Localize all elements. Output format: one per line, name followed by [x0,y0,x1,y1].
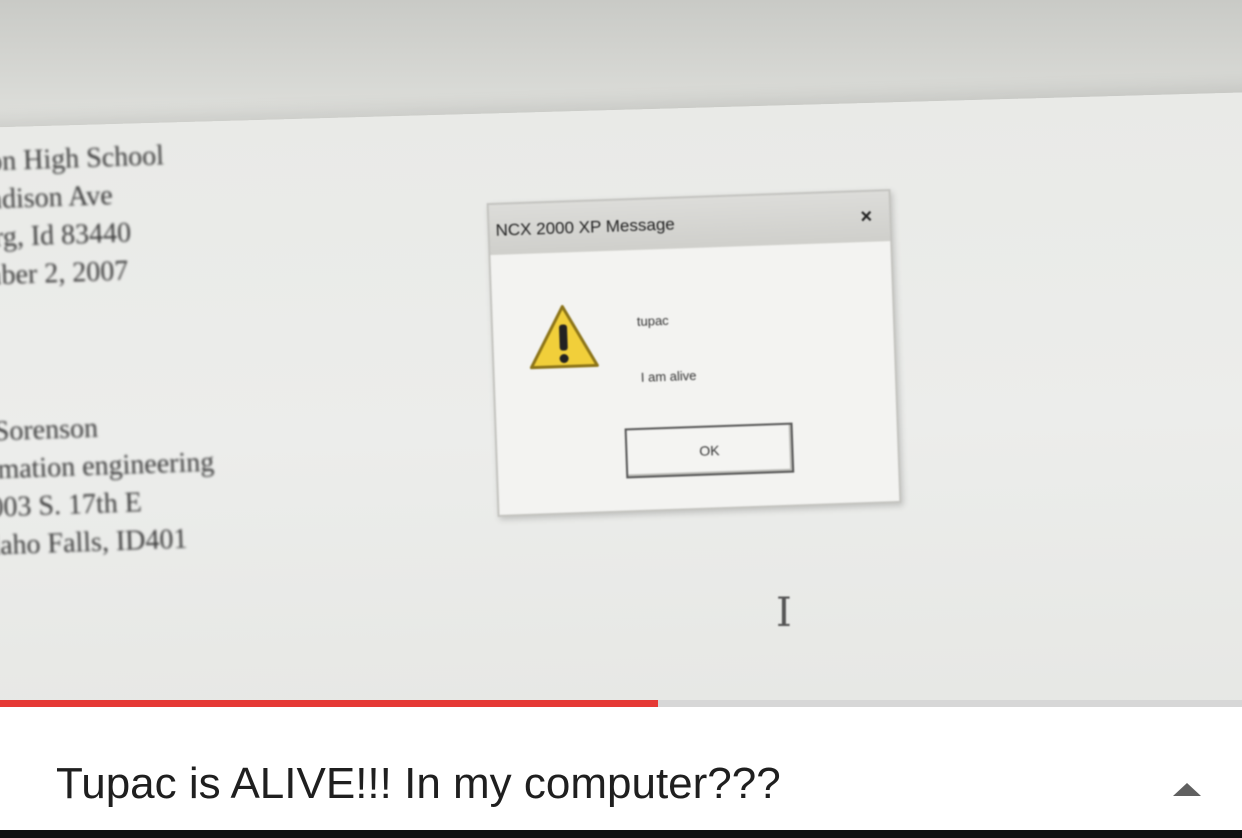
video-player[interactable]: hson High School Madison Ave burg, Id 83… [0,0,1242,700]
dialog-message-line: tupac [636,312,669,329]
dialog-titlebar: NCX 2000 XP Message × [488,191,891,256]
video-progress-bar[interactable] [0,700,1242,707]
dialog-message-line: I am alive [640,367,697,385]
video-title: Tupac is ALIVE!!! In my computer??? [56,759,781,808]
close-icon[interactable]: × [853,203,880,230]
message-dialog: NCX 2000 XP Message × tupac I am alive O… [486,189,902,517]
text-cursor-icon: I [776,590,792,636]
warning-icon [529,305,599,370]
ok-button[interactable]: OK [624,422,795,479]
expand-arrow-up-icon[interactable] [1170,777,1204,801]
video-info-panel: Tupac is ALIVE!!! In my computer??? [0,707,1242,830]
video-progress-fill [0,700,659,707]
dialog-title: NCX 2000 XP Message [495,214,676,240]
document-text: hson High School Madison Ave burg, Id 83… [0,136,218,566]
